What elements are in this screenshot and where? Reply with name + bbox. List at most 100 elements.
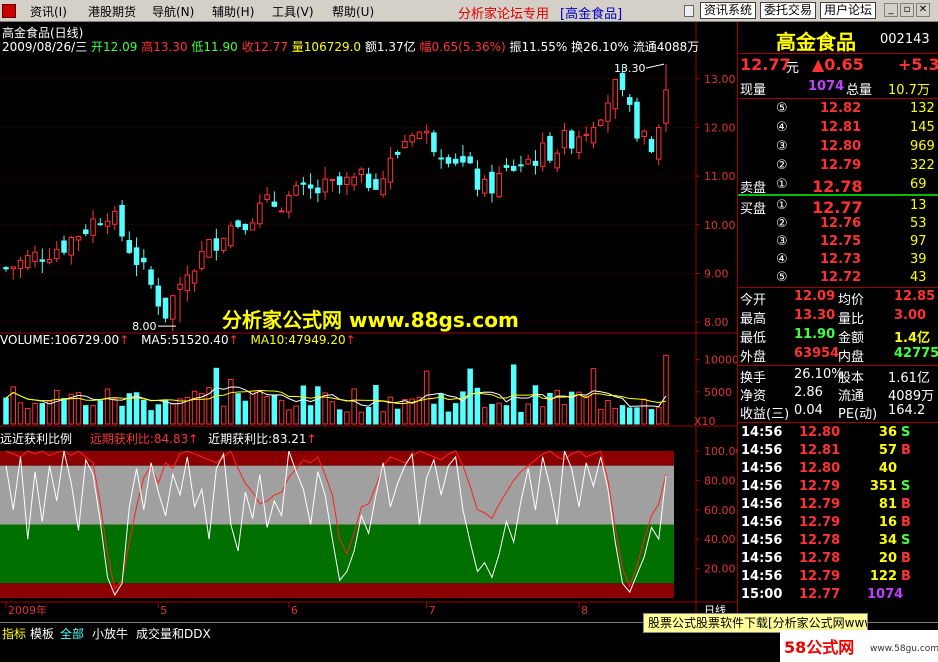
volume-bar-down	[626, 407, 633, 425]
tick-row[interactable]: 14:56 12.81 57 B	[741, 443, 938, 461]
volume-bar-down	[271, 394, 278, 425]
volume-bar-down	[503, 405, 510, 425]
buy-volume: 13	[910, 198, 927, 213]
forum-button[interactable]: 用户论坛	[820, 2, 877, 19]
volume-bar-up	[75, 391, 82, 425]
buy-price: 12.77	[812, 198, 863, 217]
menu-help[interactable]: 帮助(U)	[332, 3, 374, 20]
sell-price: 12.81	[820, 120, 862, 135]
volume-bar-up	[496, 402, 502, 425]
buy-price: 12.72	[820, 270, 862, 285]
candle-down	[307, 184, 314, 189]
menu-assist[interactable]: 辅助(H)	[212, 3, 254, 20]
volume-bar-up	[257, 390, 263, 425]
volume-bar-up	[104, 388, 111, 425]
candle-down	[489, 171, 495, 194]
candle-down	[373, 179, 379, 190]
volume-bar-down	[532, 385, 539, 425]
close-icon[interactable]: ✕	[916, 3, 930, 17]
info-system-button[interactable]: 资讯系统	[700, 2, 757, 19]
menu-navigate[interactable]: 导航(N)	[152, 3, 194, 20]
candle-up	[220, 237, 227, 251]
volume-bar-down	[336, 409, 343, 425]
buy-price: 12.76	[820, 216, 862, 231]
candle-up	[54, 248, 60, 260]
tab-template[interactable]: 模板	[30, 625, 54, 642]
stat2-label: 流通	[838, 389, 865, 404]
tab-all[interactable]: 全部	[60, 625, 84, 642]
volume-bar-up	[351, 388, 357, 425]
volume-bar-down	[431, 403, 437, 425]
tick-row[interactable]: 14:56 12.78 20 B	[741, 551, 938, 569]
stat-label: 今开	[740, 293, 767, 308]
candle-down	[126, 239, 133, 253]
tick-row[interactable]: 14:56 12.79 351 S	[741, 479, 938, 497]
price-tick-label: 9.00	[704, 267, 729, 280]
restore-icon[interactable]: ▫	[900, 3, 914, 17]
info-change: 幅0.65(5.36%)	[419, 40, 506, 54]
buy-volume: 43	[910, 270, 927, 285]
volume-bar-up	[199, 392, 205, 425]
tick-time: 14:56	[741, 497, 783, 512]
volume-legend: VOLUME:106729.00↑ MA5:51520.40↑ MA10:479…	[0, 333, 356, 347]
candle-down	[365, 173, 372, 188]
volume-bar-down	[489, 403, 495, 425]
volume-bar-down	[365, 406, 372, 425]
candle-up	[191, 270, 198, 284]
stat-label: 内盘	[838, 350, 865, 365]
tick-side: S	[901, 533, 911, 548]
info-volume: 量106729.0	[291, 40, 362, 54]
tick-side: B	[901, 497, 911, 512]
candle-down	[431, 132, 437, 153]
candle-down	[532, 160, 539, 166]
app-icon[interactable]	[2, 4, 16, 18]
tick-row[interactable]: 14:56 12.80 40	[741, 461, 938, 479]
trade-button[interactable]: 委托交易	[760, 2, 817, 19]
tick-row[interactable]: 14:56 12.79 16 B	[741, 515, 938, 533]
volume-tick-label: 10000	[704, 354, 737, 367]
candle-up	[46, 259, 53, 263]
candle-up	[605, 102, 611, 122]
stat-label: 均价	[838, 293, 865, 308]
volume-bar-up	[612, 407, 618, 425]
site-logo: 58公式网 www.58gu.com	[780, 630, 938, 662]
tab-xiaofangniu[interactable]: 小放牛	[92, 625, 128, 642]
tick-row[interactable]: 14:56 12.79 122 B	[741, 569, 938, 587]
volume-bar-up	[264, 395, 270, 425]
tick-side: B	[901, 443, 911, 458]
tick-row[interactable]: 14:56 12.80 36 S	[741, 425, 938, 443]
candle-up	[75, 236, 82, 241]
candle-down	[133, 247, 140, 265]
stat-value: 63954	[794, 346, 840, 361]
volume-bar-up	[576, 391, 582, 425]
tab-indicator[interactable]: 指标	[2, 625, 26, 642]
tick-row[interactable]: 15:00 12.77 1074	[741, 587, 938, 605]
volume-bar-down	[438, 393, 444, 425]
candle-down	[510, 165, 517, 171]
volume-bar-down	[300, 385, 307, 425]
tick-row[interactable]: 14:56 12.79 81 B	[741, 497, 938, 515]
tick-time: 14:56	[741, 461, 783, 476]
tab-volume-ddx[interactable]: 成交量和DDX	[136, 625, 211, 642]
volume-label: VOLUME:106729.00	[0, 333, 120, 347]
menu-info[interactable]: 资讯(I)	[30, 3, 67, 20]
tick-price: 12.79	[799, 479, 841, 494]
info-open: 开12.09	[91, 40, 138, 54]
menu-tools[interactable]: 工具(V)	[272, 3, 314, 20]
window-title: 分析家论坛专用	[458, 7, 550, 22]
dropdown-icon[interactable]	[684, 5, 694, 17]
minimize-icon[interactable]: _	[884, 3, 898, 17]
volume-bar-down	[119, 405, 125, 425]
menu-hk-futures[interactable]: 港股期货	[88, 3, 136, 20]
candle-down	[61, 240, 67, 253]
date-tick-label: 8	[581, 604, 588, 617]
candle-up	[68, 236, 75, 256]
total-volume-label: 总量	[846, 83, 873, 98]
buy-level: ①	[776, 198, 788, 213]
candle-up	[655, 127, 662, 160]
stat-value: 42775	[894, 346, 938, 361]
stat2-label: PE(动)	[838, 407, 878, 422]
sell-price: 12.79	[820, 158, 862, 173]
tick-row[interactable]: 14:56 12.78 34 S	[741, 533, 938, 551]
volume-bar-up	[583, 395, 589, 425]
